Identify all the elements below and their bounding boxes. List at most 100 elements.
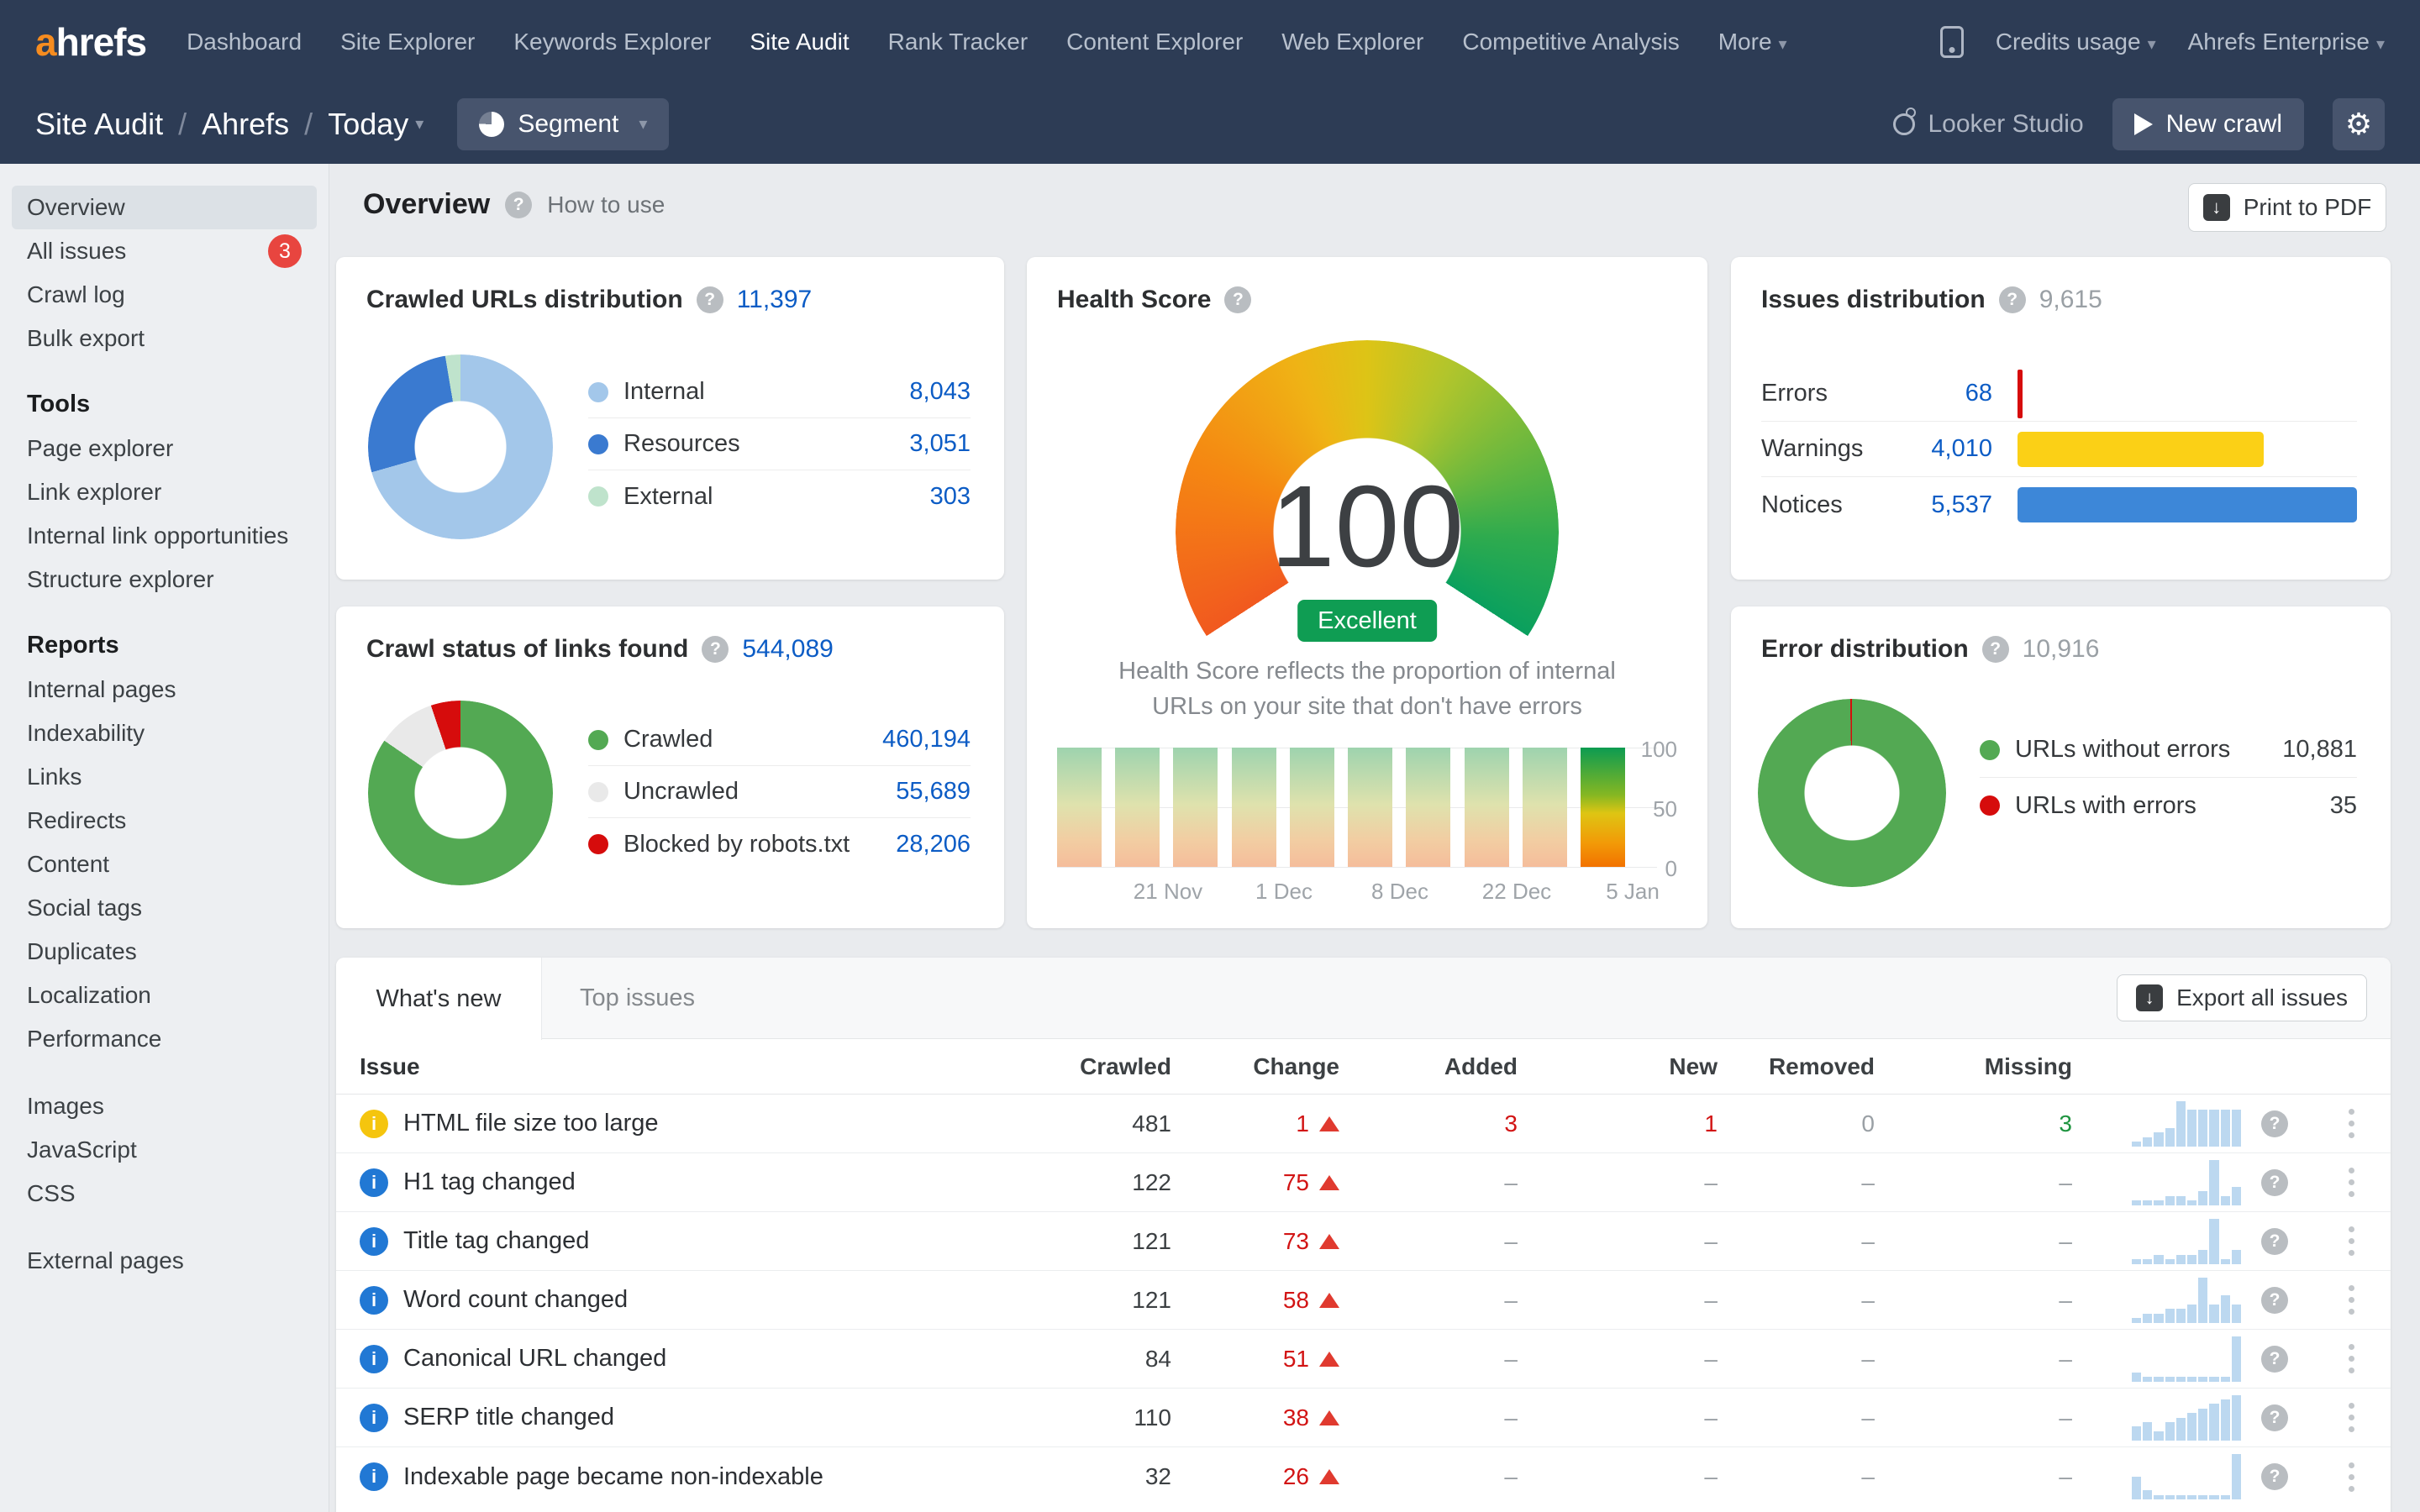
issues-row-errors[interactable]: Errors 68 xyxy=(1761,366,2357,422)
help-icon[interactable]: ? xyxy=(2261,1110,2288,1137)
nav-site-explorer[interactable]: Site Explorer xyxy=(340,29,475,55)
chevron-down-icon: ▾ xyxy=(639,113,647,134)
row-menu-icon[interactable] xyxy=(2333,1168,2370,1197)
row-menu-icon[interactable] xyxy=(2333,1109,2370,1138)
help-icon[interactable]: ? xyxy=(1224,286,1251,313)
error-total: 10,916 xyxy=(2023,635,2100,664)
help-icon[interactable]: ? xyxy=(2261,1404,2288,1431)
nav-site-audit[interactable]: Site Audit xyxy=(750,29,849,55)
tab-top-issues[interactable]: Top issues xyxy=(580,958,695,1039)
sidebar-item-social-tags[interactable]: Social tags xyxy=(12,886,317,930)
sidebar-item-redirects[interactable]: Redirects xyxy=(12,799,317,843)
sidebar-item-localization[interactable]: Localization xyxy=(12,974,317,1017)
row-menu-icon[interactable] xyxy=(2333,1462,2370,1492)
sidebar-item-all-issues[interactable]: All issues3 xyxy=(12,229,317,273)
sidebar-item-performance[interactable]: Performance xyxy=(12,1017,317,1061)
nav-content-explorer[interactable]: Content Explorer xyxy=(1066,29,1243,55)
help-icon[interactable]: ? xyxy=(505,192,532,218)
table-row[interactable]: HTML file size too large 481 1 3 1 0 3 ? xyxy=(336,1095,2391,1153)
health-score-history-chart[interactable] xyxy=(1057,748,1657,867)
health-history-bar xyxy=(1232,748,1276,867)
legend-item-crawled[interactable]: Crawled 460,194 xyxy=(588,714,971,766)
export-all-issues-button[interactable]: ↓ Export all issues xyxy=(2117,974,2367,1021)
sidebar-item-links[interactable]: Links xyxy=(12,755,317,799)
table-row[interactable]: Title tag changed 121 73 – – – – ? xyxy=(336,1212,2391,1271)
sidebar-item-indexability[interactable]: Indexability xyxy=(12,711,317,755)
crawled-urls-total[interactable]: 11,397 xyxy=(737,286,813,314)
looker-studio-link[interactable]: Looker Studio xyxy=(1893,110,2084,139)
new-crawl-button[interactable]: New crawl xyxy=(2112,98,2304,150)
table-row[interactable]: Word count changed 121 58 – – – – ? xyxy=(336,1271,2391,1330)
row-menu-icon[interactable] xyxy=(2333,1226,2370,1256)
print-to-pdf-button[interactable]: ↓ Print to PDF xyxy=(2188,183,2386,232)
table-row[interactable]: Indexable page became non-indexable 32 2… xyxy=(336,1447,2391,1506)
health-history-bar xyxy=(1290,748,1334,867)
legend-item-blocked[interactable]: Blocked by robots.txt 28,206 xyxy=(588,818,971,870)
issues-row-notices[interactable]: Notices 5,537 xyxy=(1761,477,2357,533)
segment-dropdown[interactable]: Segment ▾ xyxy=(457,98,669,150)
legend-item-external[interactable]: External 303 xyxy=(588,470,971,522)
help-icon[interactable]: ? xyxy=(2261,1346,2288,1373)
settings-button[interactable]: ⚙ xyxy=(2333,98,2385,150)
row-menu-icon[interactable] xyxy=(2333,1344,2370,1373)
legend-item-urls-with-errors[interactable]: URLs with errors 35 xyxy=(1980,778,2357,833)
breadcrumb-date-dropdown[interactable]: Today xyxy=(328,107,408,142)
table-row[interactable]: H1 tag changed 122 75 – – – – ? xyxy=(336,1153,2391,1212)
links-found-total[interactable]: 544,089 xyxy=(742,635,833,664)
table-row[interactable]: Canonical URL changed 84 51 – – – – ? xyxy=(336,1330,2391,1389)
legend-item-internal[interactable]: Internal 8,043 xyxy=(588,366,971,418)
sidebar-item-crawl-log[interactable]: Crawl log xyxy=(12,273,317,317)
nav-web-explorer[interactable]: Web Explorer xyxy=(1281,29,1423,55)
nav-rank-tracker[interactable]: Rank Tracker xyxy=(888,29,1028,55)
legend-dot xyxy=(588,434,608,454)
card-title: Health Score xyxy=(1057,286,1211,314)
breadcrumb-project[interactable]: Ahrefs xyxy=(202,107,289,142)
sidebar-item-javascript[interactable]: JavaScript xyxy=(12,1128,317,1172)
row-menu-icon[interactable] xyxy=(2333,1403,2370,1432)
tab-whats-new[interactable]: What's new xyxy=(336,958,542,1040)
help-icon[interactable]: ? xyxy=(1982,636,2009,663)
sidebar-item-duplicates[interactable]: Duplicates xyxy=(12,930,317,974)
crawl-status-donut-chart[interactable] xyxy=(368,701,553,885)
help-icon[interactable]: ? xyxy=(2261,1228,2288,1255)
sidebar-item-bulk-export[interactable]: Bulk export xyxy=(12,317,317,360)
row-menu-icon[interactable] xyxy=(2333,1285,2370,1315)
help-icon[interactable]: ? xyxy=(2261,1169,2288,1196)
account-menu[interactable]: Ahrefs Enterprise▾ xyxy=(2188,29,2385,55)
nav-keywords-explorer[interactable]: Keywords Explorer xyxy=(513,29,711,55)
sidebar-item-link-explorer[interactable]: Link explorer xyxy=(12,470,317,514)
sidebar-item-external-pages[interactable]: External pages xyxy=(12,1239,317,1283)
table-row[interactable]: SERP title changed 110 38 – – – – ? xyxy=(336,1389,2391,1447)
nav-dashboard[interactable]: Dashboard xyxy=(187,29,302,55)
sidebar-item-internal-link-opportunities[interactable]: Internal link opportunities xyxy=(12,514,317,558)
breadcrumb-site-audit[interactable]: Site Audit xyxy=(35,107,163,142)
crawled-urls-donut-chart[interactable] xyxy=(368,354,553,539)
error-distribution-donut-chart[interactable] xyxy=(1758,699,1946,887)
help-icon[interactable]: ? xyxy=(2261,1463,2288,1490)
issues-row-warnings[interactable]: Warnings 4,010 xyxy=(1761,422,2357,477)
x-axis-label: 1 Dec xyxy=(1234,879,1334,905)
sidebar-item-css[interactable]: CSS xyxy=(12,1172,317,1215)
credits-usage-menu[interactable]: Credits usage▾ xyxy=(1996,29,2156,55)
help-icon[interactable]: ? xyxy=(2261,1287,2288,1314)
legend-item-resources[interactable]: Resources 3,051 xyxy=(588,418,971,470)
help-icon[interactable]: ? xyxy=(702,636,729,663)
legend-item-urls-without-errors[interactable]: URLs without errors 10,881 xyxy=(1980,722,2357,778)
how-to-use-link[interactable]: How to use xyxy=(547,192,665,218)
nav-more[interactable]: More▾ xyxy=(1718,29,1787,55)
ahrefs-logo[interactable]: ahrefs xyxy=(35,19,146,65)
health-history-bar xyxy=(1523,748,1567,867)
sidebar-item-page-explorer[interactable]: Page explorer xyxy=(12,427,317,470)
sidebar-item-internal-pages[interactable]: Internal pages xyxy=(12,668,317,711)
sidebar-item-images[interactable]: Images xyxy=(12,1084,317,1128)
gear-icon: ⚙ xyxy=(2345,109,2372,139)
sidebar-item-content[interactable]: Content xyxy=(12,843,317,886)
help-icon[interactable]: ? xyxy=(697,286,723,313)
sidebar-item-structure-explorer[interactable]: Structure explorer xyxy=(12,558,317,601)
help-icon[interactable]: ? xyxy=(1999,286,2026,313)
device-icon[interactable] xyxy=(1940,26,1964,58)
x-axis-label: 8 Dec xyxy=(1349,879,1450,905)
legend-item-uncrawled[interactable]: Uncrawled 55,689 xyxy=(588,766,971,818)
sidebar-item-overview[interactable]: Overview xyxy=(12,186,317,229)
nav-competitive-analysis[interactable]: Competitive Analysis xyxy=(1462,29,1679,55)
